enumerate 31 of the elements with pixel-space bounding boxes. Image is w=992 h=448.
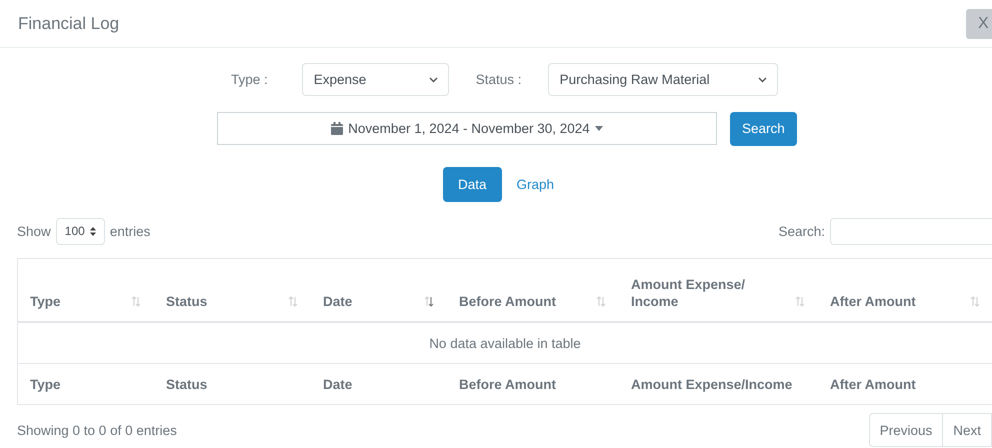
pagination-button[interactable]: Next <box>942 413 992 447</box>
empty-message: No data available in table <box>18 322 992 364</box>
chevron-down-icon <box>758 76 767 82</box>
search-field[interactable] <box>830 218 992 244</box>
date-range-field[interactable]: November 1, 2024 - November 30, 2024 <box>217 112 717 145</box>
sort-updown-icon <box>90 226 96 236</box>
chevron-down-icon <box>428 76 438 82</box>
search-label: Search: <box>778 224 825 238</box>
column-header[interactable]: Date <box>310 258 446 322</box>
status-label: Status : <box>476 72 522 87</box>
view-tab[interactable]: Graph <box>502 167 570 202</box>
entries-info: Showing 0 to 0 of 0 entries <box>17 422 177 438</box>
modal-title: Financial Log <box>18 14 120 34</box>
column-header[interactable]: Amount Expense/ Income <box>618 258 818 322</box>
show-label: Show <box>17 224 51 238</box>
pagination-button[interactable]: Previous <box>868 413 944 447</box>
entries-select[interactable]: 100 <box>56 218 105 244</box>
status-select[interactable]: Purchasing Raw Material <box>548 63 778 96</box>
footer-cell: Type <box>18 364 154 404</box>
entries-label: entries <box>110 224 150 238</box>
caret-down-icon <box>594 126 603 131</box>
column-header[interactable]: Before Amount <box>446 258 618 322</box>
column-header[interactable]: Status <box>154 258 310 322</box>
view-tab[interactable]: Data <box>443 167 502 202</box>
close-button[interactable]: X <box>966 8 992 38</box>
search-button[interactable]: Search <box>730 112 797 146</box>
type-select[interactable]: Expense <box>302 63 449 96</box>
type-label: Type : <box>231 72 268 87</box>
column-header[interactable]: Type <box>18 258 154 322</box>
column-header[interactable]: After Amount <box>818 258 992 322</box>
calendar-icon <box>331 122 344 135</box>
